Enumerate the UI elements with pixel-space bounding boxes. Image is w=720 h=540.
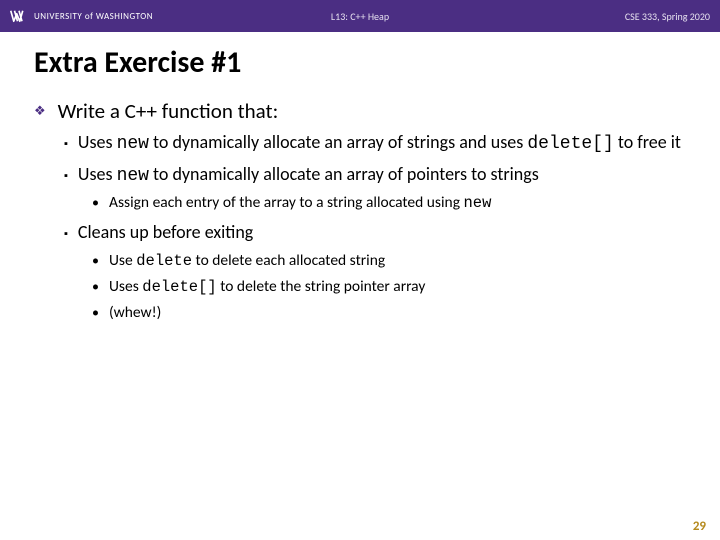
dot-bullet-icon: • [92, 250, 99, 272]
list-item: • Use delete to delete each allocated st… [92, 250, 686, 272]
uw-logo: UNIVERSITY of WASHINGTON [10, 9, 153, 23]
text: Uses [78, 131, 117, 153]
code: delete[] [142, 278, 216, 296]
level1-text: Write a C++ function that: [58, 97, 279, 125]
text: Assign each entry of the array to a stri… [109, 193, 464, 212]
square-bullet-icon: ▪ [64, 222, 68, 246]
diamond-bullet-icon: ❖ [34, 98, 46, 126]
text: to free it [614, 131, 681, 153]
list-item: ▪ Cleans up before exiting • Use delete … [64, 220, 686, 324]
level2-list: ▪ Uses new to dynamically allocate an ar… [64, 130, 686, 324]
list-item: ▪ Uses new to dynamically allocate an ar… [64, 162, 686, 214]
list-item: • Uses delete[] to delete the string poi… [92, 276, 686, 298]
square-bullet-icon: ▪ [64, 164, 68, 188]
text: to dynamically allocate an array of poin… [149, 163, 539, 185]
list-item: ▪ Uses new to dynamically allocate an ar… [64, 130, 686, 156]
dot-bullet-icon: • [92, 276, 99, 298]
course-label: CSE 333, Spring 2020 [625, 10, 710, 23]
dot-bullet-icon: • [92, 192, 99, 214]
slide-body: Extra Exercise #1 ❖ Write a C++ function… [0, 32, 720, 540]
level3-list: • Use delete to delete each allocated st… [92, 250, 686, 324]
level3-text: Assign each entry of the array to a stri… [109, 192, 491, 214]
level3-list: • Assign each entry of the array to a st… [92, 192, 686, 214]
level1-list: ❖ Write a C++ function that: ▪ Uses new … [34, 97, 686, 324]
header-bar: UNIVERSITY of WASHINGTON L13: C++ Heap C… [0, 0, 720, 32]
slide: UNIVERSITY of WASHINGTON L13: C++ Heap C… [0, 0, 720, 540]
code: new [117, 134, 149, 154]
level3-text: Use delete to delete each allocated stri… [109, 250, 385, 272]
text: to delete the string pointer array [217, 277, 426, 296]
lecture-label: L13: C++ Heap [331, 10, 389, 23]
dot-bullet-icon: • [92, 302, 99, 324]
university-name: UNIVERSITY of WASHINGTON [34, 11, 153, 22]
code: delete[] [527, 134, 613, 154]
level2-text: Cleans up before exiting [78, 220, 253, 244]
code: delete [136, 252, 192, 270]
page-title: Extra Exercise #1 [34, 44, 686, 81]
text: Uses [109, 277, 142, 296]
text: Uses [78, 163, 117, 185]
page-number: 29 [693, 519, 706, 534]
list-item: • Assign each entry of the array to a st… [92, 192, 686, 214]
text: to dynamically allocate an array of stri… [149, 131, 527, 153]
level3-text: (whew!) [109, 302, 161, 324]
code: new [464, 194, 492, 212]
list-item: • (whew!) [92, 302, 686, 324]
uw-w-icon [10, 9, 28, 23]
code: new [117, 166, 149, 186]
level2-text: Uses new to dynamically allocate an arra… [78, 162, 539, 188]
square-bullet-icon: ▪ [64, 132, 68, 156]
level3-text: Uses delete[] to delete the string point… [109, 276, 425, 298]
text: to delete each allocated string [192, 251, 385, 270]
list-item: ❖ Write a C++ function that: ▪ Uses new … [34, 97, 686, 324]
text: Use [109, 251, 136, 270]
level2-text: Uses new to dynamically allocate an arra… [78, 130, 681, 156]
